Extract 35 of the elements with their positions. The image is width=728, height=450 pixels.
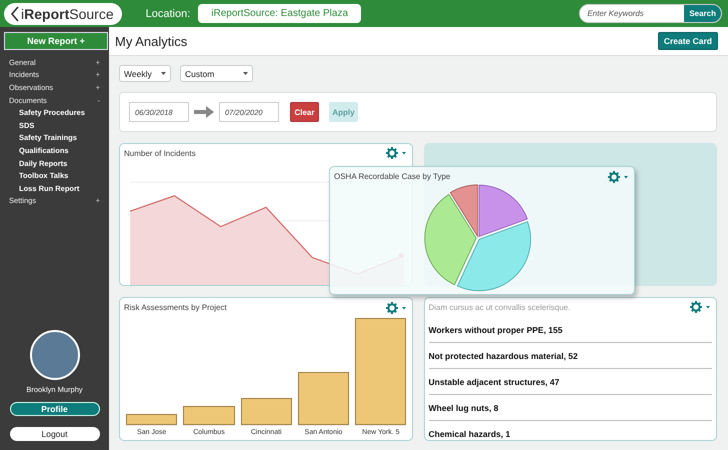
floating-chart-card[interactable]: OSHA Recordable Case by Type <box>329 166 635 295</box>
card-title: Diam cursus ac ut convallis scelerisque. <box>428 302 570 312</box>
caret-icon <box>243 72 248 75</box>
location-label: Location: <box>146 8 190 20</box>
bar <box>126 414 178 425</box>
settings-icon[interactable] <box>386 302 408 314</box>
card-title: OSHA Recordable Case by Type <box>334 172 450 181</box>
settings-icon[interactable] <box>608 170 630 182</box>
logout-button[interactable]: Logout <box>10 427 100 441</box>
list-item: Wheel lug nuts, 8 <box>428 395 712 421</box>
clear-button[interactable]: Clear <box>290 102 319 122</box>
logo-bracket-icon <box>10 6 20 22</box>
new-report-button[interactable]: New Report + <box>4 32 108 50</box>
range-dropdown[interactable]: Custom <box>180 65 253 82</box>
logo[interactable]: iReportSource <box>4 2 122 24</box>
settings-icon[interactable] <box>386 147 408 160</box>
card-title: Number of Incidents <box>124 148 196 158</box>
caret-icon <box>161 72 166 75</box>
card-title: Risk Assessments by Project <box>124 303 227 312</box>
profile-button[interactable]: Profile <box>10 402 100 416</box>
logo-text: iReportSource <box>21 6 114 22</box>
bar <box>298 372 350 425</box>
period-dropdown[interactable]: Weekly <box>119 65 171 82</box>
list-item: Not protected hazardous material, 52 <box>428 343 712 369</box>
bar <box>240 398 292 425</box>
arrow-icon <box>194 106 214 118</box>
bar <box>183 406 235 425</box>
list-item: Unstable adjacent structures, 47 <box>428 369 712 395</box>
page-title: My Analytics <box>115 34 188 48</box>
list-item: Chemical hazards, 1 <box>428 428 512 440</box>
create-card-button[interactable]: Create Card <box>658 32 718 50</box>
avatar <box>30 330 80 380</box>
list-item: Workers without proper PPE, 155 <box>428 317 712 343</box>
location-selector[interactable]: iReportSource: Eastgate Plaza <box>198 4 362 23</box>
settings-icon[interactable] <box>690 301 712 313</box>
